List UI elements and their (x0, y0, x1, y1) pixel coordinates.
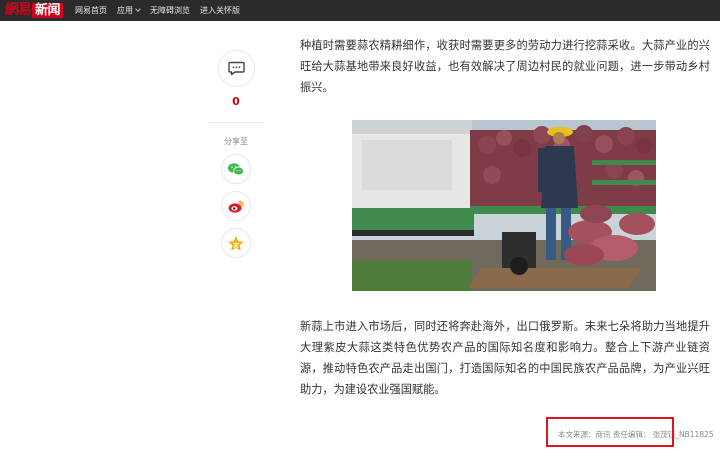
article-paragraph-2: 新蒜上市进入市场后，同时还将奔赴海外，出口俄罗斯。未来七朵将助力当地提升大理紫皮… (300, 320, 710, 396)
article-paragraph-1: 种植时需要蒜农精耕细作，收获时需要更多的劳动力进行挖蒜采收。大蒜产业的兴旺给大蒜… (300, 39, 710, 94)
highlight-box (546, 417, 674, 447)
chevron-down-icon (135, 6, 141, 12)
rail-divider (208, 122, 264, 123)
share-weibo-button[interactable] (221, 191, 251, 221)
comment-button[interactable] (218, 50, 255, 87)
share-label: 分享至 (224, 137, 248, 146)
nav-link-care-mode[interactable]: 进入关怀版 (200, 0, 240, 21)
article-photo-garlic-truck (352, 120, 656, 291)
nav-link-accessibility[interactable]: 无障碍浏览 (150, 0, 190, 21)
weibo-icon (228, 200, 244, 213)
top-nav-bar: 網易 新闻 网易首页 应用 无障碍浏览 进入关怀版 (0, 0, 720, 21)
share-wechat-button[interactable] (221, 154, 251, 184)
logo-netease-text: 網易 (5, 2, 32, 18)
netease-news-logo[interactable]: 網易 新闻 (5, 0, 64, 21)
qzone-star-icon (228, 236, 244, 250)
nav-link-home[interactable]: 网易首页 (75, 0, 107, 21)
nav-link-apps-label: 应用 (117, 6, 134, 15)
logo-news-text: 新闻 (32, 3, 64, 18)
wechat-icon (228, 162, 244, 175)
comment-icon (228, 61, 245, 76)
garlic-truck-illustration (352, 120, 656, 291)
share-qzone-button[interactable] (221, 228, 251, 258)
comment-count[interactable]: 0 (208, 95, 264, 108)
nav-links: 网易首页 应用 无障碍浏览 进入关怀版 (75, 0, 250, 21)
nav-link-apps[interactable]: 应用 (117, 0, 141, 21)
